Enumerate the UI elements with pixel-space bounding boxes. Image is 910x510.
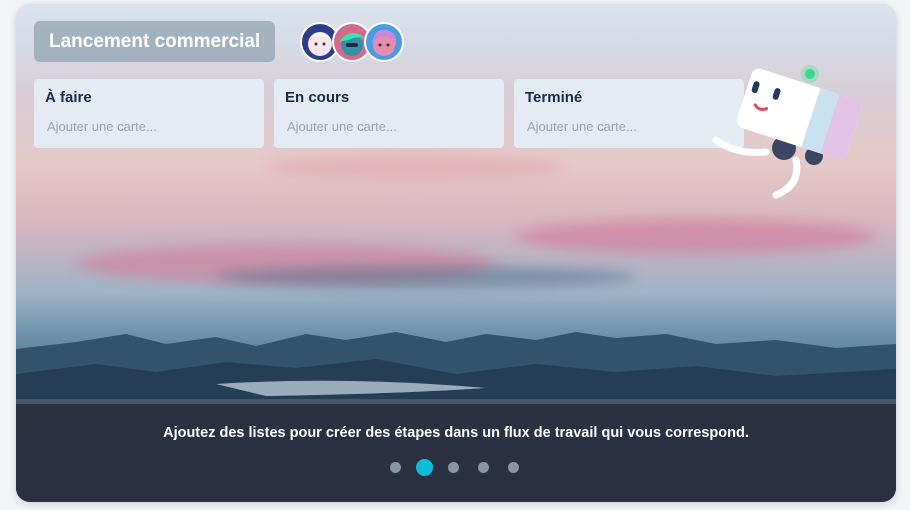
add-card-button[interactable]: Ajouter une carte... [47, 119, 157, 134]
pagination-dot[interactable] [508, 462, 519, 473]
list-title[interactable]: Terminé [525, 89, 582, 106]
onboarding-caption-bar: Ajoutez des listes pour créer des étapes… [16, 404, 896, 502]
pagination-dot[interactable] [390, 462, 401, 473]
pagination-dot-active[interactable] [416, 459, 433, 476]
list-todo[interactable]: À faire Ajouter une carte... [34, 79, 264, 148]
onboarding-caption: Ajoutez des listes pour créer des étapes… [163, 425, 749, 441]
pink-cloud [266, 154, 566, 180]
pagination-dot[interactable] [448, 462, 459, 473]
board-title[interactable]: Lancement commercial [34, 21, 276, 62]
add-card-button[interactable]: Ajouter une carte... [527, 119, 637, 134]
list-title[interactable]: À faire [45, 89, 92, 106]
cartoon-face-blonde-hair-icon [372, 29, 397, 56]
onboarding-card: Lancement commercial À faire Ajouter une… [16, 4, 896, 502]
pagination-dot[interactable] [478, 462, 489, 473]
blue-cloud [216, 266, 636, 288]
pink-cloud [516, 219, 876, 254]
list-title[interactable]: En cours [285, 89, 349, 106]
list-in-progress[interactable]: En cours Ajouter une carte... [274, 79, 504, 148]
add-card-button[interactable]: Ajouter une carte... [287, 119, 397, 134]
taco-robot-mascot-icon [712, 65, 862, 199]
avatar-member-3[interactable] [364, 22, 404, 62]
